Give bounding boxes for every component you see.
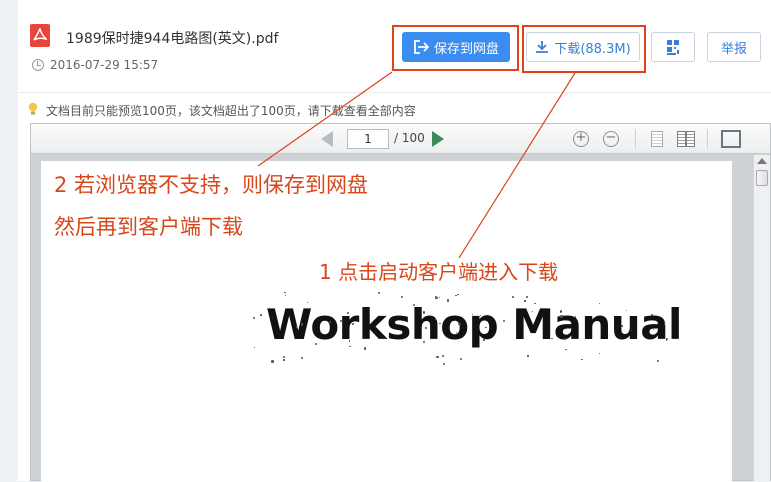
page-number-input[interactable]: 1 [347, 129, 389, 149]
save-highlight-box [392, 25, 519, 71]
scan-speck [479, 314, 481, 316]
annotation-client-step: 然后再到客户端下载 [54, 215, 243, 239]
double-page-view-icon[interactable] [677, 131, 695, 147]
download-highlight-box [522, 25, 646, 73]
previous-page-icon[interactable] [321, 131, 333, 147]
scrollbar-thumb[interactable] [756, 170, 768, 186]
scan-speck [652, 328, 655, 330]
zoom-in-icon[interactable]: + [573, 131, 589, 147]
report-button[interactable]: 举报 [707, 32, 761, 62]
scan-speck [560, 315, 563, 318]
document-heading: Workshop Manual [266, 300, 682, 349]
scan-speck [459, 357, 462, 361]
viewer-scrollbar[interactable] [753, 155, 770, 481]
scan-speck [442, 362, 445, 365]
scan-speck [458, 322, 461, 326]
scan-speck [447, 299, 450, 302]
scan-speck [574, 316, 577, 318]
scan-speck [377, 292, 380, 295]
header-divider [18, 92, 771, 93]
page-total: / 100 [394, 131, 425, 145]
scan-speck [656, 359, 660, 362]
scan-speck [483, 338, 485, 341]
scan-speck [471, 313, 473, 315]
lightbulb-icon [28, 101, 38, 115]
scan-speck [300, 323, 304, 326]
scan-speck [271, 360, 274, 363]
scan-speck [485, 326, 487, 328]
annotation-save-step: 2 若浏览器不支持，则保存到网盘 [54, 173, 369, 197]
scan-speck [422, 311, 425, 314]
scan-speck [621, 325, 623, 327]
fullscreen-icon[interactable] [721, 130, 741, 148]
scan-speck [252, 316, 255, 319]
scan-speck [559, 310, 563, 313]
scroll-up-arrow-icon[interactable] [757, 158, 767, 164]
scan-speck [260, 314, 262, 316]
clock-icon [32, 59, 44, 71]
toolbar-separator [707, 129, 708, 149]
file-title: 1989保时捷944电路图(英文).pdf [66, 31, 279, 47]
scan-speck [526, 295, 528, 298]
qr-code-button[interactable] [651, 32, 695, 62]
scan-speck [512, 296, 514, 299]
pdf-icon [30, 24, 50, 47]
annotation-download-step: 1 点击启动客户端进入下载 [319, 260, 559, 284]
single-page-view-icon[interactable] [651, 131, 663, 147]
qr-code-icon [667, 40, 679, 55]
scan-speck [651, 314, 653, 317]
scan-speck [283, 359, 285, 361]
scan-speck [524, 300, 526, 302]
scan-speck [348, 340, 350, 342]
zoom-out-icon[interactable]: − [603, 131, 619, 147]
scan-speck [534, 302, 536, 304]
scan-speck [598, 302, 600, 304]
scan-speck [527, 355, 529, 357]
scan-speck [349, 345, 351, 347]
viewer-toolbar: 1 / 100 + − [31, 124, 770, 154]
next-page-icon[interactable] [432, 131, 444, 147]
scan-speck [282, 355, 285, 358]
toolbar-separator [635, 129, 636, 149]
file-date: 2016-07-29 15:57 [50, 58, 159, 72]
preview-limit-notice: 文档目前只能预览100页，该文档超出了100页，请下载查看全部内容 [46, 104, 416, 118]
scan-speck [563, 338, 566, 340]
scan-speck [363, 347, 366, 350]
